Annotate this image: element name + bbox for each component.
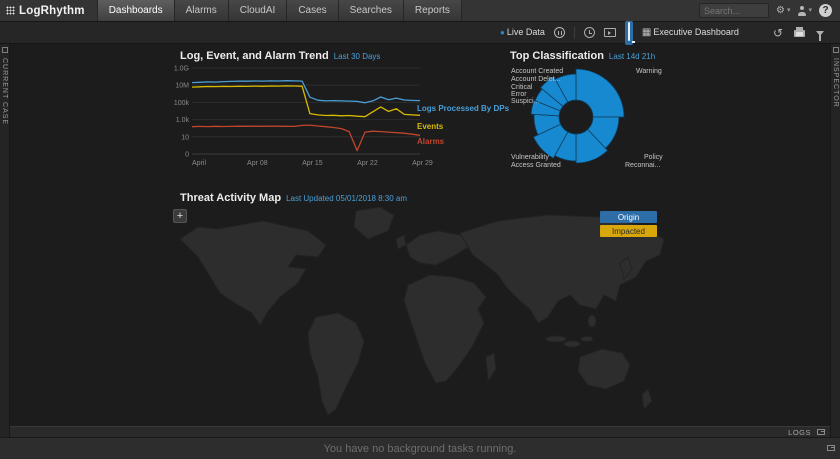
svg-text:0: 0 — [185, 152, 189, 159]
logo-text: LogRhythm — [19, 5, 85, 17]
map-subtitle: Last Updated 05/01/2018 8:30 am — [286, 194, 407, 203]
user-menu-button[interactable]: ▾ — [797, 6, 812, 16]
time-range-button[interactable] — [584, 27, 595, 38]
live-data-toggle[interactable]: ● Live Data — [500, 28, 545, 37]
svg-text:10M: 10M — [175, 83, 189, 90]
live-data-label: Live Data — [507, 28, 545, 37]
user-icon — [797, 6, 806, 16]
callout-policy: Policy — [644, 154, 663, 161]
callout-error: Error — [511, 91, 527, 98]
nav-right-group: ⚙ ▾ ▾ ? — [699, 0, 840, 21]
tab-cloudai[interactable]: CloudAI — [229, 0, 288, 21]
svg-text:Apr 15: Apr 15 — [302, 160, 323, 167]
monitor-icon — [628, 22, 630, 41]
expand-case-panel-icon[interactable] — [2, 47, 8, 53]
toolbar-right-group: ↺ — [773, 22, 824, 43]
help-icon[interactable]: ? — [819, 4, 832, 17]
svg-text:Apr 29: Apr 29 — [412, 160, 433, 167]
top-nav-bar: LogRhythm Dashboards Alarms CloudAI Case… — [0, 0, 840, 22]
chevron-down-icon: ▾ — [808, 7, 812, 14]
map-title-text: Threat Activity Map — [180, 192, 281, 204]
series-label-alarms: Alarms — [417, 137, 444, 146]
dashboard-selector[interactable]: ▦ Executive Dashboard — [642, 28, 739, 38]
trend-title-text: Log, Event, and Alarm Trend — [180, 50, 329, 62]
logs-label: LOGS — [788, 428, 811, 437]
dashboard-toolbar: ● Live Data ▦ Executive Dashboard ↺ — [0, 22, 840, 44]
tab-cases[interactable]: Cases — [287, 0, 338, 21]
svg-text:1.0k: 1.0k — [176, 117, 190, 124]
callout-account-deleted: Account Delet... — [511, 76, 560, 83]
tab-reports[interactable]: Reports — [404, 0, 462, 21]
svg-text:April: April — [192, 160, 206, 167]
live-data-dot-icon: ● — [500, 29, 505, 37]
svg-text:Apr 08: Apr 08 — [247, 160, 268, 167]
current-case-panel-strip[interactable]: CURRENT CASE — [0, 44, 10, 437]
callout-vulnerability: Vulnerability — [511, 154, 549, 161]
search-input[interactable] — [699, 3, 769, 18]
trend-widget-title: Log, Event, and Alarm Trend Last 30 Days — [180, 50, 380, 62]
svg-text:Apr 22: Apr 22 — [357, 160, 378, 167]
expand-inspector-panel-icon[interactable] — [833, 47, 839, 53]
tab-dashboards[interactable]: Dashboards — [97, 0, 175, 21]
callout-critical: Critical — [511, 84, 532, 91]
svg-text:10: 10 — [181, 134, 189, 141]
svg-text:1.0G: 1.0G — [174, 66, 189, 73]
callout-warning: Warning — [636, 68, 662, 75]
logs-panel-bar[interactable]: LOGS — [10, 426, 830, 437]
undo-icon[interactable]: ↺ — [773, 27, 783, 39]
callout-account-created: Account Created — [511, 68, 563, 75]
present-mode-button[interactable] — [604, 28, 616, 37]
current-case-label: CURRENT CASE — [1, 58, 8, 125]
inspector-panel-strip[interactable]: INSPECTOR — [830, 44, 840, 437]
legend-impacted-button[interactable]: Impacted — [600, 225, 657, 237]
search-options-button[interactable]: ⚙ ▾ — [776, 6, 790, 16]
threat-activity-map-widget: Threat Activity Map Last Updated 05/01/20… — [168, 192, 830, 425]
classification-widget: Top Classification Last 14d 21h Account C… — [505, 50, 675, 190]
zoom-in-button[interactable]: + — [173, 209, 187, 223]
callout-access-granted: Access Granted — [511, 162, 561, 169]
svg-text:100k: 100k — [174, 100, 190, 107]
toolbar-divider — [574, 27, 575, 39]
map-widget-title: Threat Activity Map Last Updated 05/01/20… — [180, 192, 407, 204]
callout-suspicious: Suspici... — [511, 98, 539, 105]
dashboard-selector-label: Executive Dashboard — [653, 28, 739, 37]
legend-origin-button[interactable]: Origin — [600, 211, 657, 223]
trend-chart-widget: Log, Event, and Alarm TrendLast 30 Days … — [168, 50, 498, 190]
trend-subtitle: Last 30 Days — [334, 52, 381, 61]
toolbar-center-group: ● Live Data ▦ Executive Dashboard — [500, 22, 739, 43]
grid-icon: ▦ — [642, 28, 651, 38]
status-bar: You have no background tasks running. — [0, 437, 840, 459]
gear-icon: ⚙ — [776, 6, 785, 16]
app-logo: LogRhythm — [0, 0, 97, 21]
expand-logs-icon[interactable] — [817, 429, 825, 435]
tab-searches[interactable]: Searches — [339, 0, 404, 21]
classification-title-text: Top Classification — [510, 50, 604, 62]
classification-subtitle: Last 14d 21h — [609, 52, 655, 61]
pause-button[interactable] — [554, 27, 565, 38]
print-icon[interactable] — [794, 30, 805, 37]
trend-line-chart[interactable]: 1.0G 10M 100k 1.0k 10 0April Apr 08 Apr 15 Apr 2… — [168, 63, 433, 175]
inspector-label: INSPECTOR — [832, 58, 839, 108]
logrhythm-dashboard: LogRhythm Dashboards Alarms CloudAI Case… — [0, 0, 840, 459]
tab-alarms[interactable]: Alarms — [175, 0, 229, 21]
world-map[interactable] — [168, 205, 668, 423]
series-label-events: Events — [417, 122, 443, 131]
monitor-view-button[interactable] — [625, 21, 633, 45]
main-nav-tabs: Dashboards Alarms CloudAI Cases Searches… — [97, 0, 462, 21]
map-legend: Origin Impacted — [600, 211, 657, 239]
filter-icon[interactable] — [816, 31, 824, 36]
series-label-logs: Logs Processed By DPs — [417, 104, 509, 113]
expand-window-icon[interactable] — [827, 445, 835, 451]
callout-reconnaissance: Reconnai... — [625, 162, 660, 169]
status-message: You have no background tasks running. — [324, 443, 517, 455]
logo-icon — [6, 6, 15, 15]
chevron-down-icon: ▾ — [787, 7, 791, 14]
classification-widget-title: Top Classification Last 14d 21h — [510, 50, 655, 62]
